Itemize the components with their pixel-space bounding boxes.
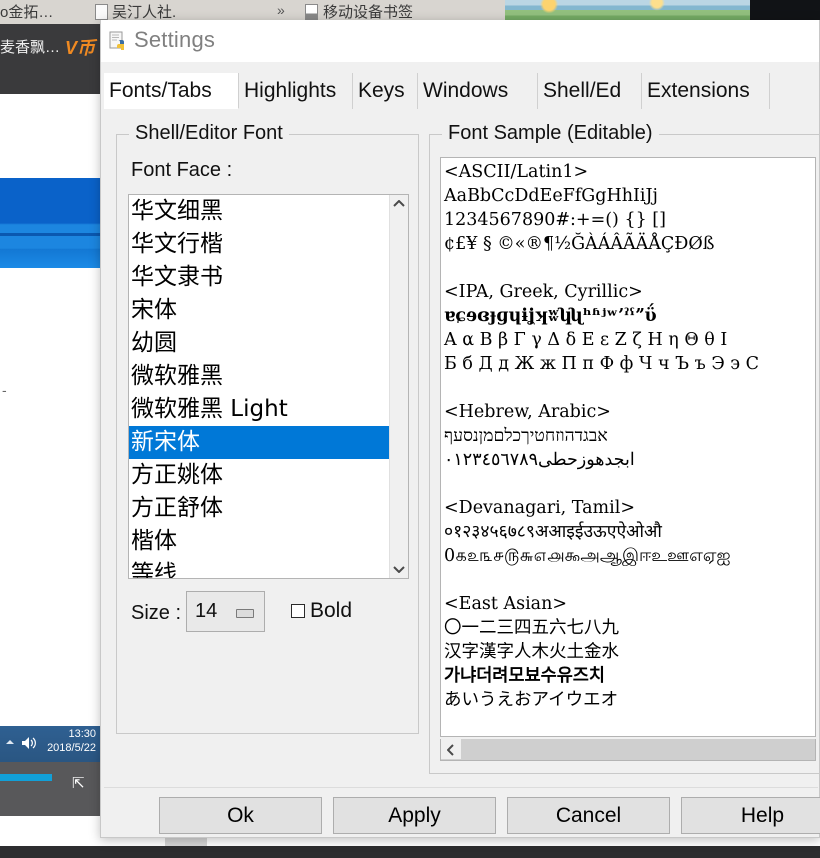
font-list-item[interactable]: 等线 [129, 558, 391, 578]
font-face-listbox[interactable]: 华文细黑 华文行楷 华文隶书 宋体 幼圆 微软雅黑 微软雅黑 Light 新宋体 方正姚体 方正舒… [128, 194, 409, 579]
font-sample-line: Б б Д д Ж ж П п Ф ф Ч ч Ъ ъ Э э С [444, 354, 760, 374]
font-sample-horizontal-scrollbar[interactable] [440, 739, 816, 761]
dialog-button-bar: Ok Apply Cancel Help [104, 787, 820, 836]
bold-checkbox[interactable] [291, 604, 305, 618]
font-list-item[interactable]: 方正舒体 [129, 492, 391, 525]
tray-clock[interactable]: 13:30 2018/5/22 [47, 727, 96, 755]
font-list-vertical-scrollbar[interactable] [389, 195, 408, 578]
tab-fonts-tabs[interactable]: Fonts/Tabs [104, 73, 239, 109]
font-sample-line: あいうえおアイウエオ [444, 690, 619, 710]
background-dark-panel: 麦香飘… V币 [0, 24, 100, 94]
settings-content: Shell/Editor Font Font Face : 华文细黑 华文行楷 华文… [104, 109, 820, 787]
screen-root: o金拓… 吴汀人社. » 移动设备书签 麦香飘… V币 - 13:30 2018… [0, 0, 820, 858]
font-sample-line: 가냐더려모뵤수유즈치 [444, 666, 605, 686]
font-sample-line: AaBbCcDdEeFfGgHhIiJj [444, 186, 658, 206]
shell-editor-font-group-title: Shell/Editor Font [129, 122, 289, 145]
background-dark-panel-text: 麦香飘… [0, 39, 61, 56]
background-dash-text: - [2, 382, 7, 398]
font-sample-text[interactable]: <ASCII/Latin1> AaBbCcDdEeFfGgHhIiJj 123456… [444, 160, 759, 712]
font-list-item[interactable]: 方正姚体 [129, 459, 391, 492]
font-list-item[interactable]: 宋体 [129, 294, 391, 327]
font-list-item[interactable]: 微软雅黑 Light [129, 393, 391, 426]
font-list-item[interactable]: 幼圆 [129, 327, 391, 360]
tab-highlights[interactable]: Highlights [239, 73, 353, 109]
bookmark-overflow-icon[interactable]: » [277, 2, 285, 18]
tray-expand-icon[interactable] [6, 740, 14, 744]
background-brand-logo: V币 [65, 38, 96, 58]
ok-button[interactable]: Ok [159, 797, 322, 834]
background-windows-banner [0, 178, 100, 268]
font-sample-line: 汉字漢字人木火土金水 [444, 642, 619, 662]
font-sample-line [444, 472, 759, 496]
font-sample-line: ¢£¥ § ©«®¶½ĞÀÁÂÃÄÅÇÐØß [444, 234, 715, 254]
font-sample-line: 1234567890#:+=() {} [] [444, 210, 666, 230]
font-face-label: Font Face : [131, 159, 233, 181]
size-label: Size : [131, 602, 182, 624]
font-sample-line: <IPA, Greek, Cyrillic> [444, 282, 643, 302]
font-sample-line: ०१२३४५६७८९अआइईउऊएऐओऔ [444, 522, 662, 542]
font-sample-line: <Hebrew, Arabic> [444, 402, 611, 422]
document-icon [95, 4, 108, 20]
tab-keys[interactable]: Keys [353, 73, 418, 109]
font-list-item[interactable]: 新宋体 [129, 426, 391, 459]
chevron-down-icon[interactable] [390, 560, 408, 578]
size-combobox[interactable]: 14 [186, 591, 265, 632]
font-sample-textbox[interactable]: <ASCII/Latin1> AaBbCcDdEeFfGgHhIiJj 123456… [440, 157, 816, 737]
font-list-item[interactable]: 华文细黑 [129, 195, 391, 228]
bold-label: Bold [310, 599, 353, 622]
folder-icon [305, 4, 318, 20]
chevron-down-icon[interactable] [236, 609, 254, 618]
font-list-item[interactable]: 华文隶书 [129, 261, 391, 294]
tab-shell-ed[interactable]: Shell/Ed [538, 73, 642, 109]
font-list-item[interactable]: 楷体 [129, 525, 391, 558]
font-sample-line: 〇一二三四五六七八九 [444, 618, 619, 638]
font-sample-line: ابجدهوزحطى٠١٢٣٤٥٦٧٨٩ [444, 450, 635, 470]
background-photo-thumbnail [505, 0, 750, 22]
shell-editor-font-group: Shell/Editor Font Font Face : 华文细黑 华文行楷 华文… [116, 122, 419, 734]
bookmark-item-2[interactable]: 移动设备书签 [323, 1, 413, 22]
background-bottom-dark-bar [0, 846, 820, 858]
background-photo-dark [750, 0, 820, 22]
help-button[interactable]: Help [681, 797, 820, 834]
cancel-button[interactable]: Cancel [507, 797, 670, 834]
font-sample-line [444, 568, 759, 592]
taskbar-system-tray[interactable]: 13:30 2018/5/22 [0, 726, 100, 762]
resize-handle-icon[interactable]: ⇱ [72, 774, 90, 792]
chevron-left-icon[interactable] [441, 739, 461, 759]
bookmark-item-1[interactable]: 吴汀人社. [112, 1, 176, 22]
font-sample-line: <East Asian> [444, 594, 568, 614]
python-settings-icon [109, 31, 129, 51]
tray-date-text: 2018/5/22 [47, 742, 96, 754]
font-sample-group-title: Font Sample (Editable) [442, 122, 659, 145]
font-sample-line: אבגדהוזחטיךכלםמןנסעף [444, 426, 608, 446]
tab-extensions[interactable]: Extensions [642, 73, 770, 109]
chevron-up-icon[interactable] [390, 195, 408, 213]
dialog-title: Settings [134, 27, 216, 52]
font-sample-line: 0௧௨௩௪௫௬௭௮௯அஆஇஈஉஊஎஏஐ [444, 546, 731, 566]
font-sample-line: ɐɕɘɞɟɡɥɨʝʞʬʮʯʰʱʲʷʼˀˁˮΰ [444, 306, 657, 326]
dialog-titlebar[interactable]: Settings [101, 20, 819, 62]
font-sample-line [444, 256, 759, 280]
bookmark-item-0[interactable]: o金拓… [0, 1, 53, 22]
settings-dialog: Settings Fonts/Tabs Highlights Keys Wind… [100, 20, 820, 838]
settings-tabstrip: Fonts/Tabs Highlights Keys Windows Shell… [104, 73, 818, 110]
font-sample-line: <ASCII/Latin1> [444, 162, 589, 182]
volume-icon[interactable] [21, 736, 37, 750]
font-sample-line: Α α Β β Γ γ Δ δ Ε ε Ζ ζ Η η Θ θ Ι [444, 330, 728, 350]
font-sample-line: <Devanagari, Tamil> [444, 498, 635, 518]
font-face-list[interactable]: 华文细黑 华文行楷 华文隶书 宋体 幼圆 微软雅黑 微软雅黑 Light 新宋体 方正姚体 方正舒… [129, 195, 391, 578]
size-value: 14 [195, 600, 218, 622]
font-sample-group: Font Sample (Editable) <ASCII/Latin1> AaB… [429, 122, 820, 774]
tray-time-text: 13:30 [68, 728, 96, 740]
tab-windows[interactable]: Windows [418, 73, 538, 109]
font-list-item[interactable]: 华文行楷 [129, 228, 391, 261]
apply-button[interactable]: Apply [333, 797, 496, 834]
background-progress-bar [0, 774, 52, 781]
font-list-item[interactable]: 微软雅黑 [129, 360, 391, 393]
font-sample-line [444, 376, 759, 400]
